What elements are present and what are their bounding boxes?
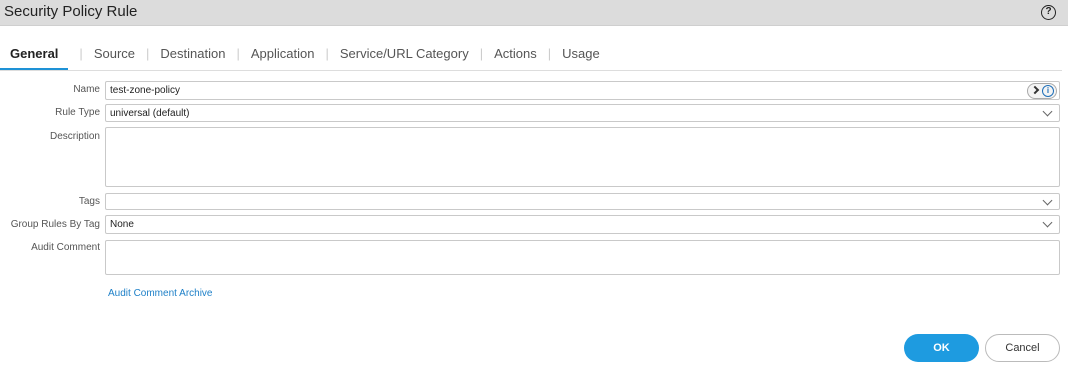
info-icon[interactable]: i [1042,85,1054,97]
ok-button[interactable]: OK [904,334,979,362]
name-field[interactable]: test-zone-policy i [105,81,1060,100]
tab-source[interactable]: Source [94,42,135,68]
dialog-title: Security Policy Rule [4,3,138,20]
name-label: Name [73,84,100,95]
audit-comment-archive-link[interactable]: Audit Comment Archive [108,288,213,299]
rule-type-select[interactable]: universal (default) [105,104,1060,122]
tab-separator: | [236,46,240,61]
tab-separator: | [325,46,329,61]
audit-comment-label: Audit Comment [31,242,100,253]
tab-usage[interactable]: Usage [562,42,600,68]
chevron-down-icon[interactable] [1042,217,1053,228]
dialog-titlebar: Security Policy Rule ? [0,0,1068,26]
tab-separator: | [547,46,552,61]
group-rules-by-tag-value: None [110,219,134,230]
tags-select[interactable] [105,193,1060,210]
name-value: test-zone-policy [110,85,181,96]
tab-actions[interactable]: Actions [494,42,537,68]
description-label: Description [49,131,100,142]
tab-separator: | [479,46,484,61]
rule-type-value: universal (default) [110,108,190,119]
chevron-down-icon[interactable] [1042,195,1053,206]
tab-separator: | [79,46,83,61]
audit-comment-textarea[interactable] [105,240,1060,275]
name-actions: i [1027,83,1057,99]
tab-destination[interactable]: Destination [160,42,225,68]
group-rules-by-tag-select[interactable]: None [105,215,1060,234]
rule-type-label: Rule Type [55,107,100,118]
chevron-right-icon[interactable] [1030,85,1040,95]
tab-application[interactable]: Application [251,42,315,68]
help-icon[interactable]: ? [1041,5,1056,20]
tags-label: Tags [78,196,100,207]
tab-separator: | [146,46,150,61]
description-textarea[interactable] [105,127,1060,187]
tab-general[interactable]: General [0,42,69,71]
chevron-down-icon[interactable] [1042,106,1053,117]
tab-bar: General | Source | Destination | Applica… [0,42,1062,71]
group-rules-by-tag-label: Group Rules By Tag [10,219,100,230]
tab-service-url-category[interactable]: Service/URL Category [340,42,469,68]
tab-divider [0,70,1062,71]
cancel-button[interactable]: Cancel [985,334,1060,362]
